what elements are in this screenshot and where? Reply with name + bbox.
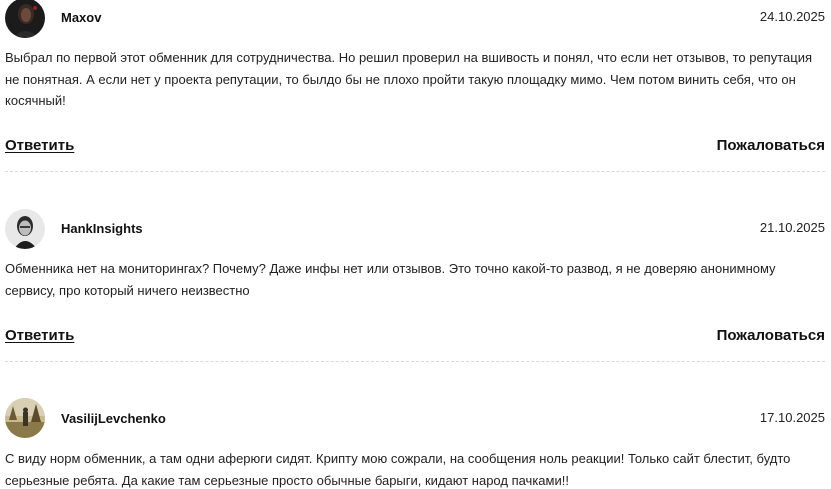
- comment-date: 21.10.2025: [759, 220, 825, 235]
- divider: [5, 361, 825, 362]
- dark-portrait-avatar-icon: [5, 0, 45, 38]
- comment-actions: Ответить Пожаловаться: [0, 327, 831, 347]
- comment-item: HankInsights 21.10.2025 Обменника нет на…: [0, 209, 831, 359]
- comment-text: Выбрал по первой этот обменник для сотру…: [5, 50, 813, 108]
- report-link[interactable]: Пожаловаться: [717, 327, 825, 344]
- reply-link[interactable]: Ответить: [5, 137, 74, 154]
- comment-item: VasilijLevchenko 17.10.2025 С виду норм …: [0, 398, 831, 489]
- avatar[interactable]: [5, 398, 45, 438]
- author-name[interactable]: Maxov: [61, 10, 101, 26]
- landscape-avatar-icon: [5, 398, 45, 438]
- comment-header: VasilijLevchenko 17.10.2025: [0, 398, 831, 438]
- comment-actions: Ответить Пожаловаться: [0, 137, 831, 157]
- comment-header: HankInsights 21.10.2025: [0, 209, 831, 249]
- comment-text: С виду норм обменник, а там одни аферюги…: [5, 451, 791, 488]
- reply-link[interactable]: Ответить: [5, 327, 74, 344]
- comment-date: 17.10.2025: [759, 410, 825, 425]
- comment-header: Maxov 24.10.2025: [0, 0, 831, 38]
- comment-text: Обменника нет на мониторингах? Почему? Д…: [5, 261, 776, 298]
- divider: [5, 171, 825, 172]
- avatar[interactable]: [5, 0, 45, 38]
- author-name[interactable]: VasilijLevchenko: [61, 411, 166, 427]
- author-name[interactable]: HankInsights: [61, 221, 143, 237]
- report-link[interactable]: Пожаловаться: [717, 137, 825, 154]
- comment-item: Maxov 24.10.2025 Выбрал по первой этот о…: [0, 0, 831, 178]
- avatar[interactable]: [5, 209, 45, 249]
- comment-date: 24.10.2025: [759, 9, 825, 24]
- comments-list: Maxov 24.10.2025 Выбрал по первой этот о…: [0, 0, 831, 489]
- bw-portrait-avatar-icon: [5, 209, 45, 249]
